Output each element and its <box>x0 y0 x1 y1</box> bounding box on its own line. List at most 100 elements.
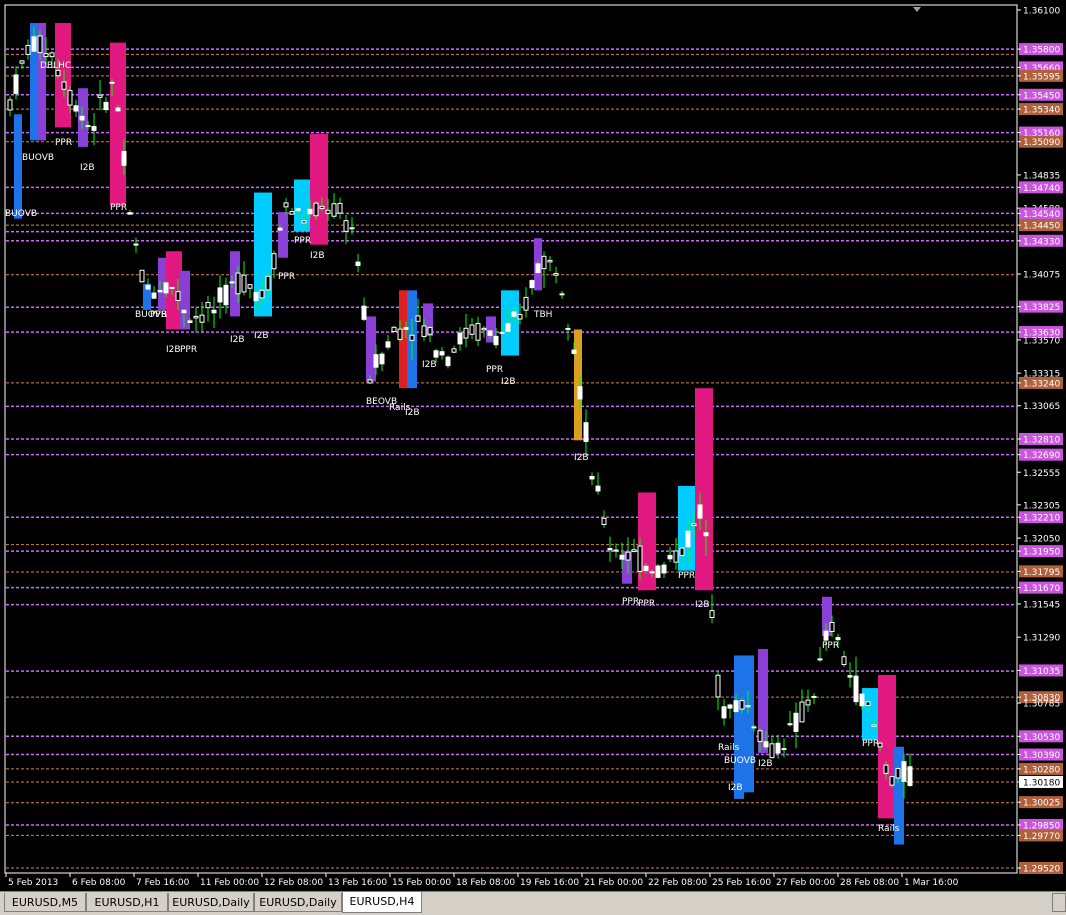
candle-body <box>583 422 589 442</box>
signal-label: DBLHC <box>40 61 71 71</box>
candle-body <box>769 743 775 759</box>
candle-body <box>481 327 487 331</box>
candle-body <box>7 99 13 111</box>
tab-eurusd-daily-1[interactable]: EURUSD,Daily <box>168 893 254 912</box>
candle-body <box>775 742 781 754</box>
candle-body <box>631 549 637 553</box>
candle-body <box>763 741 769 748</box>
price-chart[interactable]: BUOVBBUOVBDBLHCPPRI2BPPRBUOVBPPRI2B PPRI2… <box>0 0 1066 891</box>
price-tick-label: 1.31290 <box>1023 634 1060 644</box>
time-tick-label: 27 Feb 00:00 <box>776 878 835 888</box>
candle-body <box>277 227 283 231</box>
candle-body <box>205 301 211 309</box>
candle-body <box>241 274 247 293</box>
candle-body <box>523 296 529 311</box>
candle-body <box>409 334 415 341</box>
price-tick-label: 1.35090 <box>1023 138 1060 148</box>
time-tick-label: 7 Feb 16:00 <box>136 878 190 888</box>
candle-body <box>571 349 577 354</box>
price-tick-label: 1.33825 <box>1023 303 1060 313</box>
candle-body <box>511 311 517 317</box>
signal-label: PPR <box>678 571 695 581</box>
pattern-box-violet <box>366 316 376 382</box>
candle-body <box>655 565 661 578</box>
pattern-box-violet <box>278 212 288 258</box>
candle-body <box>109 81 115 84</box>
candle-body <box>697 504 703 519</box>
time-tick-label: 18 Feb 08:00 <box>456 878 515 888</box>
candle-body <box>757 730 763 742</box>
candle-body <box>685 530 691 548</box>
price-tick-label: 1.33570 <box>1023 336 1060 346</box>
candle-body <box>337 202 343 214</box>
candle-body <box>421 325 427 337</box>
pattern-box-magenta <box>638 492 656 591</box>
candle-body <box>301 220 307 224</box>
candle-body <box>373 354 379 368</box>
signal-label: I2B <box>310 251 325 261</box>
signal-label: I2B <box>758 759 773 769</box>
pattern-box-magenta <box>310 133 328 245</box>
signal-label: I2B <box>80 163 95 173</box>
candle-body <box>19 60 25 64</box>
candle-body <box>889 776 895 786</box>
signal-label: Rails <box>718 743 740 753</box>
candle-body <box>229 281 235 284</box>
candle-body <box>577 386 583 400</box>
price-tick-label: 1.32050 <box>1023 535 1060 545</box>
candle-body <box>871 724 877 727</box>
candle-body <box>607 548 613 551</box>
pattern-box-blue <box>742 655 754 793</box>
candle-body <box>679 547 685 556</box>
signal-label: I2B <box>695 600 710 610</box>
candle-body <box>691 523 697 527</box>
tab-eurusd-h1[interactable]: EURUSD,H1 <box>86 893 168 912</box>
candle-body <box>781 748 787 751</box>
tab-eurusd-h4[interactable]: EURUSD,H4 <box>342 892 422 913</box>
candle-body <box>403 327 409 330</box>
signal-label: I2B <box>501 377 516 387</box>
time-tick-label: 25 Feb 16:00 <box>712 878 771 888</box>
tab-eurusd-daily-2[interactable]: EURUSD,Daily <box>254 893 342 912</box>
candle-body <box>265 275 271 291</box>
price-tick-label: 1.34835 <box>1023 171 1060 181</box>
chart-window[interactable]: BUOVB BUOVB DBLHC PPR I2B PPR BUOVB PPR I2B PPR I2… <box>0 0 1066 891</box>
candle-body <box>637 545 643 572</box>
signal-label: Rails <box>878 824 900 834</box>
candle-body <box>841 656 847 666</box>
candle-body <box>907 766 913 787</box>
candle-body <box>307 208 313 215</box>
candle-body <box>97 94 103 98</box>
tab-scroll-button[interactable] <box>1052 893 1066 912</box>
candle-body <box>859 693 865 707</box>
candle-body <box>37 35 43 54</box>
candle-body <box>115 107 121 112</box>
signal-label: PPR <box>180 345 197 355</box>
candle-body <box>49 52 55 58</box>
signal-label: BUOVB <box>724 756 756 766</box>
candle-body <box>211 309 217 314</box>
candle-body <box>391 326 397 333</box>
candle-body <box>883 764 889 774</box>
candle-body <box>433 350 439 358</box>
candle-body <box>253 291 259 302</box>
price-tick-label: 1.36100 <box>1023 7 1060 17</box>
candle-body <box>31 36 37 52</box>
candle-body <box>259 289 265 299</box>
price-tick-label: 1.33240 <box>1023 379 1060 389</box>
signal-label: PPR <box>638 599 655 609</box>
signal-label: I2B <box>422 360 437 370</box>
tab-eurusd-m5[interactable]: EURUSD,M5 <box>4 893 86 912</box>
time-tick-label: 5 Feb 2013 <box>8 878 58 888</box>
candle-body <box>271 253 277 270</box>
candle-body <box>535 263 541 274</box>
candle-body <box>619 554 625 560</box>
candle-body <box>217 287 223 303</box>
candle-body <box>529 280 535 289</box>
candle-body <box>895 768 901 779</box>
signal-label: PPR <box>822 641 839 651</box>
signal-label: I2B <box>254 331 269 341</box>
candle-body <box>499 331 505 334</box>
candle-body <box>493 335 499 346</box>
candle-body <box>343 220 349 232</box>
